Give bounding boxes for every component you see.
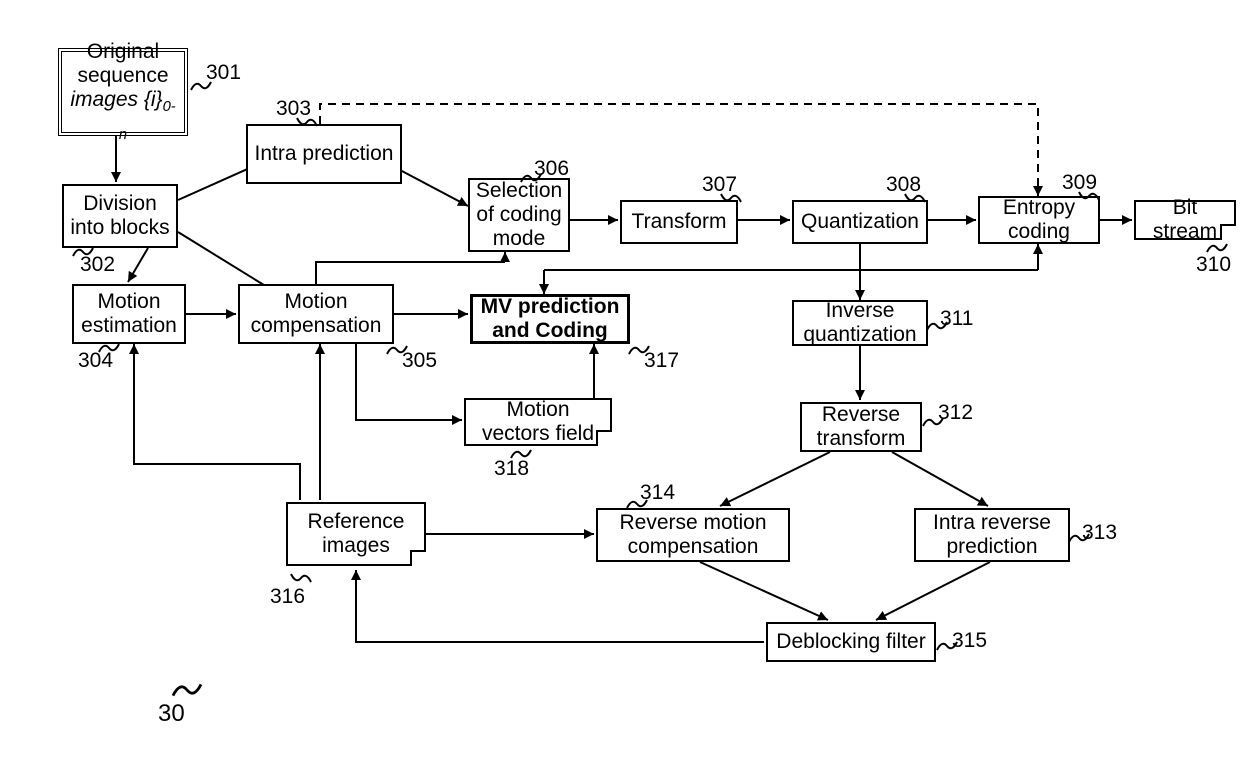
node-selection-coding-mode: Selection of coding mode (468, 178, 570, 252)
node-revtrans-label: Reverse transform (808, 403, 914, 451)
squiggle-icon (172, 682, 203, 699)
node-revmc-label: Reverse motion compensation (604, 511, 782, 559)
node-reverse-motion-compensation: Reverse motion compensation (596, 508, 790, 562)
node-intra-prediction: Intra prediction (246, 124, 402, 184)
squiggle-icon (510, 448, 532, 460)
squiggle-icon (1078, 190, 1100, 202)
node-selection-label: Selection of coding mode (476, 179, 562, 251)
squiggle-icon (926, 320, 948, 332)
node-division-label: Division into blocks (70, 192, 170, 240)
ref-318: 318 (494, 458, 529, 479)
node-transform-label: Transform (632, 210, 727, 234)
squiggle-icon (720, 192, 742, 204)
node-reverse-transform: Reverse transform (800, 402, 922, 452)
node-entropy-coding: Entropy coding (978, 196, 1100, 244)
squiggle-icon (626, 498, 648, 510)
node-refimg-label: Reference images (294, 510, 418, 558)
diagram-canvas: Original sequence images {i}0-n Division… (0, 0, 1240, 782)
node-motion-comp-label: Motion compensation (246, 290, 386, 338)
ref-30: 30 (158, 702, 185, 726)
node-intra-pred-label: Intra prediction (255, 142, 394, 166)
node-mvpred-label: MV prediction and Coding (479, 295, 621, 343)
node-inverse-quantization: Inverse quantization (792, 300, 928, 346)
node-deblocking-filter: Deblocking filter (766, 622, 936, 662)
squiggle-icon (190, 80, 212, 92)
node-invquant-label: Inverse quantization (800, 299, 920, 347)
squiggle-icon (936, 640, 958, 652)
squiggle-icon (628, 344, 650, 356)
node-transform: Transform (620, 200, 738, 244)
node-reference-images: Reference images (286, 502, 426, 566)
node-intra-reverse-prediction: Intra reverse prediction (914, 508, 1070, 562)
squiggle-icon (72, 246, 94, 258)
node-mvfield-label: Motion vectors field (472, 398, 604, 446)
squiggle-icon (1068, 532, 1090, 544)
squiggle-icon (1206, 242, 1228, 254)
node-motion-estimation: Motion estimation (72, 284, 186, 344)
node-bit-stream: Bit stream (1134, 200, 1236, 240)
squiggle-icon (296, 116, 318, 128)
node-motion-vectors-field: Motion vectors field (464, 398, 612, 446)
node-quantization: Quantization (792, 200, 928, 244)
squiggle-icon (904, 192, 926, 204)
node-entropy-label: Entropy coding (986, 196, 1092, 244)
node-motion-est-label: Motion estimation (80, 290, 178, 338)
node-intrarev-label: Intra reverse prediction (922, 511, 1062, 559)
node-mv-prediction-coding: MV prediction and Coding (470, 294, 630, 344)
ref-316: 316 (270, 586, 305, 607)
node-division-into-blocks: Division into blocks (62, 184, 178, 248)
node-original-sequence: Original sequence images {i}0-n (58, 48, 188, 136)
squiggle-icon (386, 344, 408, 356)
squiggle-icon (290, 572, 312, 584)
node-bitstream-label: Bit stream (1142, 196, 1228, 244)
ref-310: 310 (1196, 254, 1231, 275)
squiggle-icon (98, 342, 120, 354)
squiggle-icon (922, 416, 944, 428)
node-quant-label: Quantization (801, 210, 919, 234)
squiggle-icon (520, 172, 542, 184)
node-deblock-label: Deblocking filter (776, 630, 925, 654)
node-motion-compensation: Motion compensation (238, 284, 394, 344)
node-original-text: Original sequence images {i}0-n (68, 40, 178, 144)
